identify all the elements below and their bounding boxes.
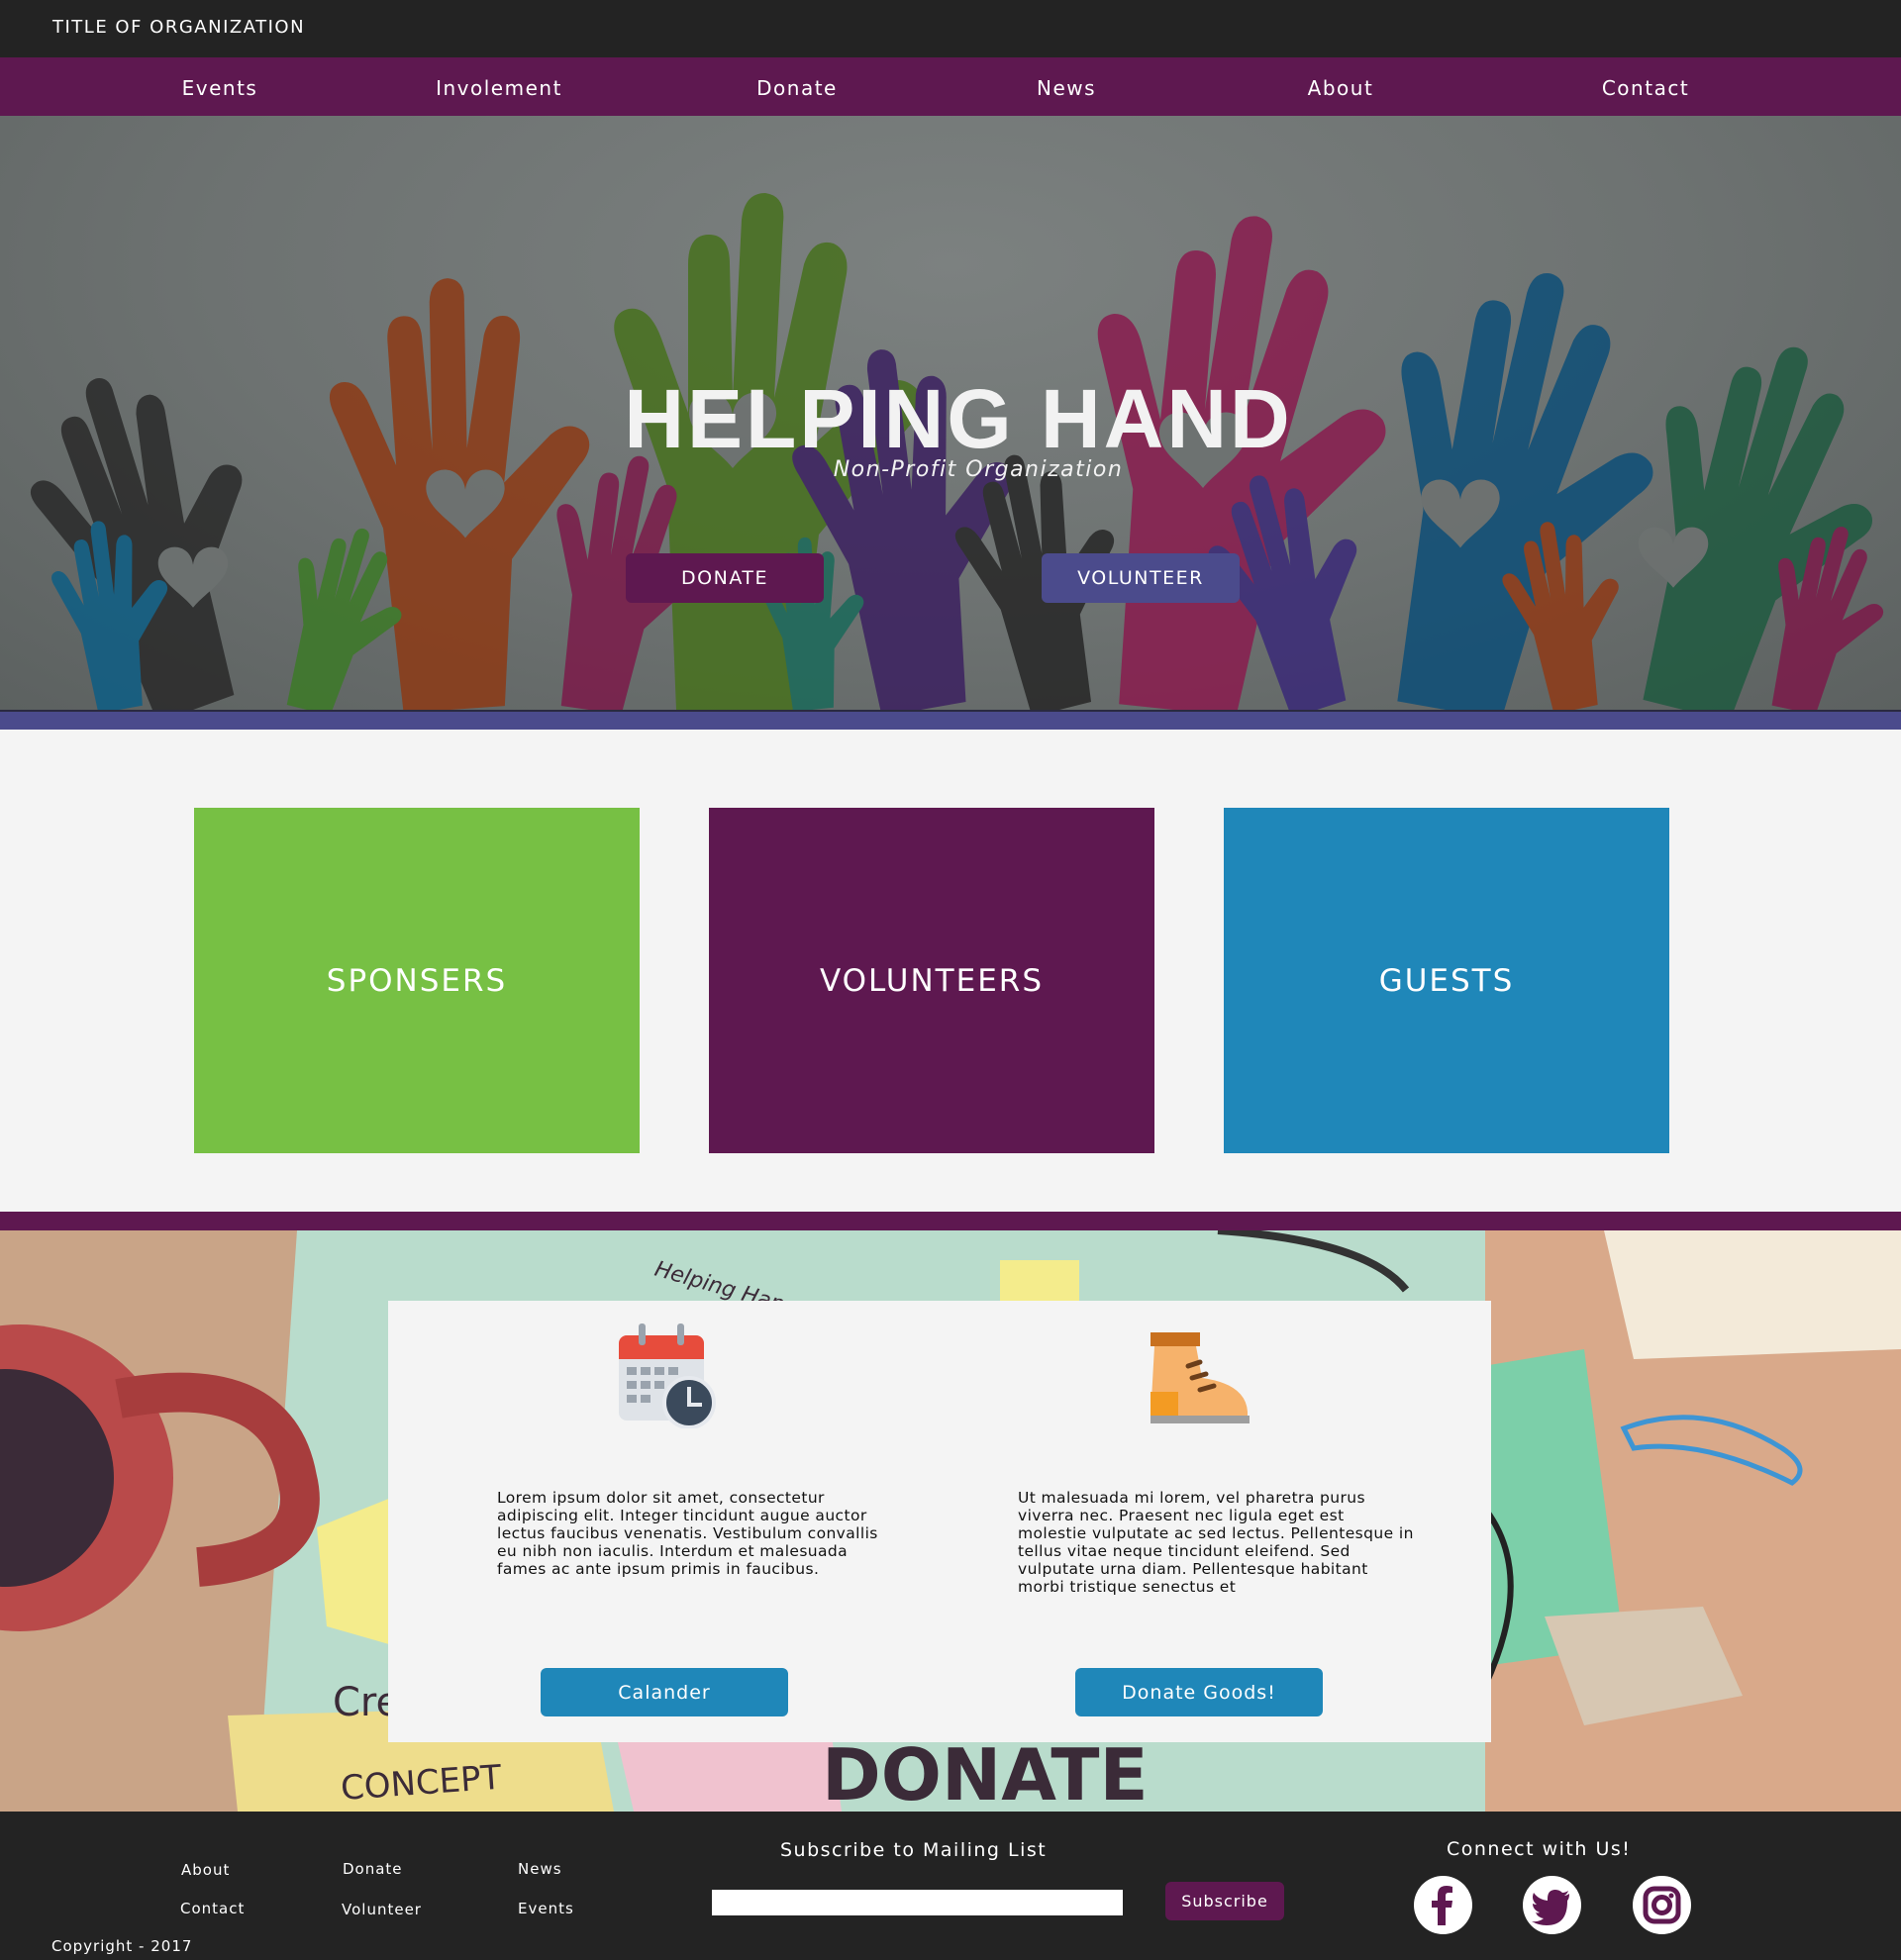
nav-events[interactable]: Events [182,76,258,100]
subscribe-title: Subscribe to Mailing List [780,1839,1048,1861]
donate-goods-button[interactable]: Donate Goods! [1075,1668,1323,1716]
info-section: Helping Han DONATE Cre CONCEPT Lorem ips… [0,1230,1901,1812]
subscribe-button[interactable]: Subscribe [1165,1882,1284,1920]
footer [0,1812,1901,1960]
donate-button[interactable]: DONATE [626,553,824,603]
calendar-clock-icon [619,1323,716,1428]
footer-link-volunteer[interactable]: Volunteer [342,1901,422,1918]
guests-card[interactable]: GUESTS [1224,808,1669,1153]
nav-news[interactable]: News [1037,76,1096,100]
hero-subtitle: Non-Profit Organization [833,457,1124,482]
footer-link-contact[interactable]: Contact [180,1900,245,1917]
calendar-description: Lorem ipsum dolor sit amet, consectetur … [497,1489,878,1578]
email-field[interactable] [712,1890,1123,1915]
info-panel: Lorem ipsum dolor sit amet, consectetur … [388,1301,1491,1742]
footer-link-events[interactable]: Events [518,1900,574,1917]
facebook-icon[interactable] [1414,1876,1472,1934]
sponsors-card-label: SPONSERS [326,962,508,999]
copyright-text: Copyright - 2017 [51,1937,193,1955]
nav-donate[interactable]: Donate [756,76,838,100]
nav-involvement[interactable]: Involement [436,76,562,100]
footer-link-about[interactable]: About [181,1861,230,1879]
calendar-button[interactable]: Calander [541,1668,788,1716]
hero-title: HELPING HAND [624,372,1293,465]
main-nav: Events Involement Donate News About Cont… [0,57,1901,116]
connect-title: Connect with Us! [1447,1838,1632,1860]
background-donate-text: DONATE [822,1733,1149,1812]
hero-banner: HELPING HAND Non-Profit Organization DON… [0,116,1901,710]
volunteers-card[interactable]: VOLUNTEERS [709,808,1154,1153]
twitter-icon[interactable] [1523,1876,1581,1934]
guests-card-label: GUESTS [1378,962,1515,999]
volunteer-button[interactable]: VOLUNTEER [1042,553,1240,603]
divider-stripe [0,1212,1901,1230]
top-bar: TITLE OF ORGANIZATION [0,0,1901,57]
organization-title[interactable]: TITLE OF ORGANIZATION [52,17,305,38]
nav-contact[interactable]: Contact [1602,76,1689,100]
divider-stripe [0,710,1901,730]
category-cards: SPONSERS VOLUNTEERS GUESTS [0,740,1901,1212]
nav-about[interactable]: About [1308,76,1374,100]
footer-link-donate[interactable]: Donate [343,1860,403,1878]
donate-goods-description: Ut malesuada mi lorem, vel pharetra puru… [1018,1489,1414,1596]
footer-link-news[interactable]: News [518,1860,562,1878]
boot-icon [1151,1332,1250,1423]
volunteers-card-label: VOLUNTEERS [820,962,1044,999]
instagram-icon[interactable] [1633,1876,1691,1934]
sponsors-card[interactable]: SPONSERS [194,808,640,1153]
